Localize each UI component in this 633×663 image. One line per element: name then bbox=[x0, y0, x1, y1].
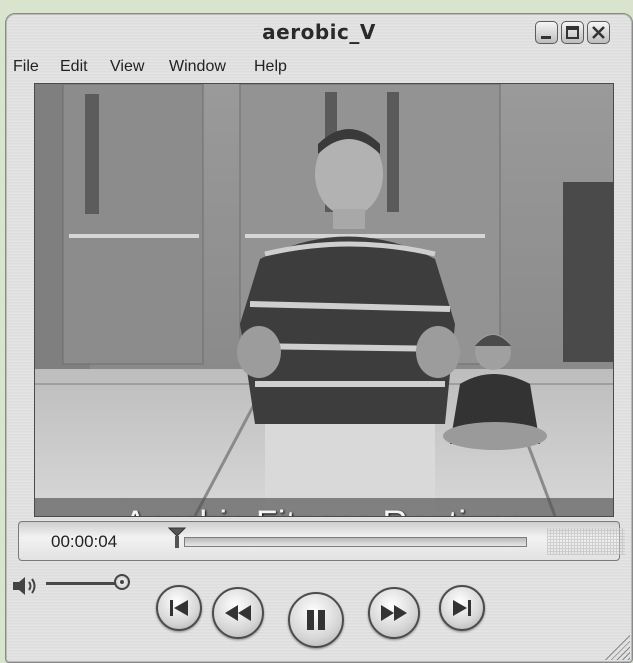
pause-button[interactable] bbox=[288, 592, 344, 648]
rewind-button[interactable] bbox=[212, 587, 264, 639]
video-caption: Aerobic Fitness Routines bbox=[35, 504, 613, 516]
playhead-icon[interactable] bbox=[168, 527, 186, 549]
minimize-button[interactable] bbox=[535, 21, 558, 44]
transport-controls bbox=[6, 566, 632, 662]
menu-window[interactable]: Window bbox=[169, 58, 226, 76]
close-button[interactable] bbox=[587, 21, 610, 44]
speaker-icon[interactable] bbox=[10, 574, 40, 598]
close-icon bbox=[592, 26, 605, 39]
menu-file[interactable]: File bbox=[13, 58, 39, 76]
video-caption-band: Aerobic Fitness Routines bbox=[35, 498, 613, 516]
minimize-icon bbox=[541, 36, 551, 39]
pause-icon bbox=[307, 610, 325, 630]
video-area[interactable]: Aerobic Fitness Routines bbox=[34, 83, 614, 517]
rewind-icon bbox=[225, 605, 251, 621]
skip-back-icon bbox=[170, 600, 188, 616]
time-display: 00:00:04 bbox=[51, 532, 118, 551]
menu-bar: File Edit View Window Help bbox=[6, 54, 632, 78]
title-bar[interactable]: aerobic_V bbox=[6, 14, 632, 52]
previous-button[interactable] bbox=[156, 585, 202, 631]
volume-knob[interactable] bbox=[114, 574, 130, 590]
skip-forward-icon bbox=[453, 600, 471, 616]
maximize-button[interactable] bbox=[561, 21, 584, 44]
fast-forward-icon bbox=[381, 605, 407, 621]
menu-help[interactable]: Help bbox=[254, 58, 287, 76]
maximize-icon bbox=[566, 26, 579, 39]
menu-view[interactable]: View bbox=[110, 58, 144, 76]
timeline-panel: 00:00:04 bbox=[18, 521, 625, 561]
volume-track[interactable] bbox=[46, 582, 122, 585]
video-frame bbox=[35, 84, 613, 516]
menu-edit[interactable]: Edit bbox=[60, 58, 88, 76]
next-button[interactable] bbox=[439, 585, 485, 631]
resize-grip[interactable] bbox=[604, 634, 630, 660]
player-window: aerobic_V File Edit View Window Help 00:… bbox=[5, 13, 633, 663]
seek-track[interactable] bbox=[184, 537, 527, 547]
fast-forward-button[interactable] bbox=[368, 587, 420, 639]
timeline-grip bbox=[547, 528, 625, 555]
